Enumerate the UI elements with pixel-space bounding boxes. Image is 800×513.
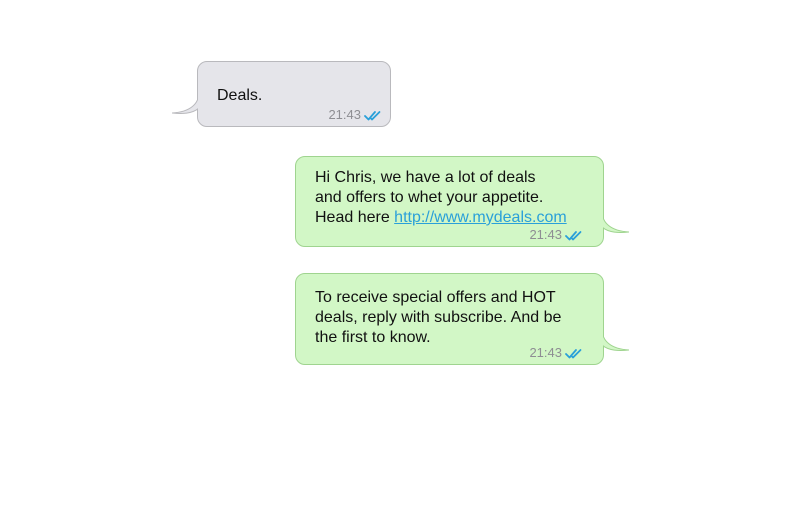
chat-thread: Deals. 21:43 Hi Chris, we have a lot of … bbox=[0, 0, 800, 513]
double-check-icon bbox=[565, 230, 583, 241]
outgoing-message-bubble[interactable]: To receive special offers and HOT deals,… bbox=[295, 273, 629, 365]
bubble-tail-left bbox=[172, 92, 202, 114]
message-timestamp: 21:43 bbox=[529, 345, 562, 360]
double-check-icon bbox=[565, 348, 583, 359]
incoming-message-bubble[interactable]: Deals. 21:43 bbox=[172, 61, 391, 127]
message-timestamp: 21:43 bbox=[529, 227, 562, 242]
outgoing-message-bubble[interactable]: Hi Chris, we have a lot of deals and off… bbox=[295, 156, 629, 247]
message-timestamp: 21:43 bbox=[328, 107, 361, 122]
message-text: To receive special offers and HOT deals,… bbox=[315, 289, 562, 346]
message-meta: 21:43 bbox=[328, 107, 382, 123]
message-link[interactable]: http://www.mydeals.com bbox=[394, 209, 567, 226]
message-meta: 21:43 bbox=[529, 345, 583, 361]
message-meta: 21:43 bbox=[529, 227, 583, 243]
double-check-icon bbox=[364, 110, 382, 121]
message-text: Hi Chris, we have a lot of deals and off… bbox=[315, 168, 567, 228]
bubble-tail-right bbox=[599, 211, 629, 233]
bubble-tail-right bbox=[599, 329, 629, 351]
message-text: Deals. bbox=[217, 87, 263, 104]
